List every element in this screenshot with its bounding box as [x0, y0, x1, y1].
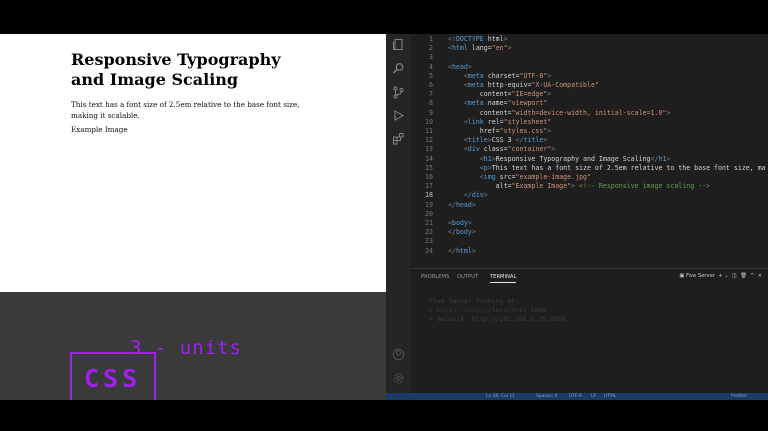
activity-bar [386, 34, 411, 400]
indentation[interactable]: Spaces: 4 [536, 393, 557, 400]
terminal-name[interactable]: Five Server [686, 273, 715, 279]
terminal-line: > Local: http://localhost:8080 [429, 306, 547, 314]
code-line[interactable]: </div> [448, 191, 488, 199]
code-line[interactable]: content="width=device-width, initial-sca… [448, 109, 671, 117]
code-line[interactable]: <link rel="stylesheet" [448, 118, 551, 126]
code-line[interactable]: <p>This text has a font size of 2.5em re… [448, 164, 766, 172]
end-of-line[interactable]: LF [591, 393, 596, 400]
line-number: 3 [429, 53, 433, 62]
code-line[interactable]: href="styles.css"> [448, 127, 552, 135]
browser-preview: Responsive Typography and Image Scaling … [0, 34, 386, 292]
extensions-icon[interactable] [392, 132, 405, 145]
bottom-panel: PROBLEMS OUTPUT TERMINAL ▣ Five Server +… [411, 268, 768, 394]
code-line[interactable]: <meta charset="UTF-8"> [448, 72, 551, 80]
line-number: 15 [425, 163, 433, 172]
line-number: 24 [425, 246, 433, 255]
close-panel-icon[interactable]: × [756, 273, 762, 279]
line-number: 2 [429, 44, 433, 53]
terminal-line: > Network: http://192.168.1.75:8080 [429, 315, 566, 323]
code-line[interactable]: <body> [448, 219, 472, 227]
encoding[interactable]: UTF-8 [569, 393, 582, 400]
css-logo-text: CSS [84, 364, 142, 393]
code-line[interactable]: </head> [448, 201, 476, 209]
line-number: 9 [429, 108, 433, 117]
line-number: 16 [425, 173, 433, 181]
search-icon[interactable] [392, 62, 405, 75]
code-line[interactable]: alt="Example Image"> <!-- Responsive ima… [448, 182, 710, 190]
code-line[interactable]: <h1>Responsive Typography and Image Scal… [448, 155, 671, 163]
code-line[interactable]: content="IE=edge"> [448, 90, 552, 98]
line-number: 21 [425, 219, 433, 227]
code-line[interactable]: <html lang="en"> [448, 44, 512, 52]
code-line[interactable]: <head> [448, 63, 472, 71]
terminal-controls: ▣ Five Server + ⌄ ◫ 🗑 ^ × [679, 273, 762, 279]
tab-terminal[interactable]: TERMINAL [490, 274, 517, 283]
tab-output[interactable]: OUTPUT [457, 274, 478, 280]
code-line[interactable]: <meta name="viewport" [448, 99, 547, 107]
code-line[interactable]: <title>CSS 3 </title> [448, 136, 547, 144]
line-number: 13 [425, 145, 433, 154]
files-icon[interactable] [392, 38, 405, 51]
line-number: 5 [429, 71, 433, 80]
status-bar: Ln 18, Col 11 Spaces: 4 UTF-8 LF HTML Pr… [386, 393, 768, 400]
terminal-output[interactable]: Five Server running at: > Local: http://… [429, 297, 566, 324]
bottom-black-bar [0, 400, 768, 431]
line-number: 1 [429, 35, 433, 43]
code-line[interactable]: <!DOCTYPE html> [448, 35, 508, 43]
code-line[interactable]: <meta http-equiv="X-UA-Compatible" [448, 81, 599, 89]
maximize-panel-icon[interactable]: ^ [748, 273, 754, 279]
prettier-status[interactable]: Prettier [731, 393, 747, 400]
vscode-window: 1 <!DOCTYPE html> 2 <html lang="en"> 3 4 <head… [386, 34, 768, 400]
code-editor[interactable]: 1 <!DOCTYPE html> 2 <html lang="en"> 3 4 <head… [411, 34, 768, 268]
code-line[interactable]: </body> [448, 228, 476, 236]
example-image-alt-text: Example Image [71, 125, 128, 134]
code-line[interactable]: </html> [448, 247, 476, 255]
line-number: 20 [425, 209, 433, 218]
page-paragraph: This text has a font size of 2.5em relat… [71, 100, 300, 120]
page-heading: Responsive Typography and Image Scaling [71, 50, 281, 89]
cursor-position[interactable]: Ln 18, Col 11 [486, 393, 515, 400]
line-number: 12 [425, 136, 433, 145]
line-number: 8 [429, 99, 433, 108]
line-number: 11 [425, 127, 433, 135]
line-number: 22 [425, 228, 433, 237]
trash-icon[interactable]: 🗑 [738, 273, 747, 279]
terminal-line: Five Server running at: [429, 297, 520, 305]
source-control-icon[interactable] [392, 86, 405, 99]
tab-problems[interactable]: PROBLEMS [421, 274, 449, 280]
line-number: 23 [425, 237, 433, 246]
run-debug-icon[interactable] [392, 109, 405, 122]
code-line[interactable]: <div class="container"> [448, 145, 555, 153]
line-number: 18 [425, 191, 433, 200]
settings-icon[interactable] [392, 372, 405, 385]
line-number: 10 [425, 117, 433, 126]
account-icon[interactable] [392, 348, 405, 361]
line-number: 6 [429, 81, 433, 89]
line-number: 19 [425, 200, 433, 209]
line-number: 14 [425, 154, 433, 163]
add-terminal-icon[interactable]: + ⌄ [717, 273, 728, 279]
line-number: 7 [429, 90, 433, 99]
split-terminal-icon[interactable]: ◫ [730, 273, 737, 279]
code-line[interactable]: <img src="example-image.jpg" [448, 173, 591, 181]
line-number: 17 [425, 182, 433, 191]
line-number: 4 [429, 62, 433, 71]
language-mode[interactable]: HTML [604, 393, 616, 400]
